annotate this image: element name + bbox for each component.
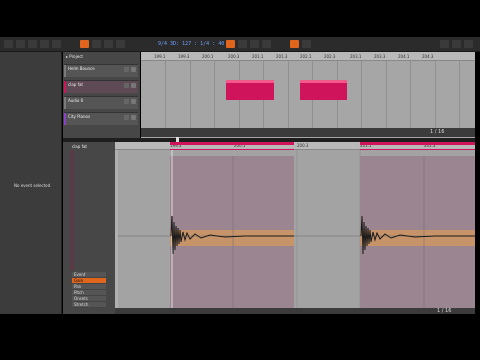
editor-color-strip bbox=[70, 150, 74, 270]
redo-button[interactable] bbox=[40, 40, 49, 48]
mode-stretch[interactable]: Stretch bbox=[72, 302, 106, 308]
audio-clip[interactable] bbox=[300, 80, 347, 100]
track-row-helm-bounce[interactable]: Helm Bounce bbox=[64, 64, 138, 77]
arrange-button[interactable] bbox=[80, 40, 89, 48]
track-row-city-pianos[interactable]: City Pianos bbox=[64, 112, 138, 125]
loop-region[interactable] bbox=[360, 142, 475, 145]
waveform-svg bbox=[115, 150, 475, 308]
panel-button[interactable] bbox=[452, 40, 461, 48]
ruler-label: 200.3 bbox=[228, 54, 240, 59]
ruler-label: 199.3 bbox=[178, 54, 190, 59]
mix-button[interactable] bbox=[92, 40, 101, 48]
grid-line bbox=[165, 61, 166, 133]
page-indicator: 1 / 16 bbox=[437, 308, 452, 314]
metronome-button[interactable] bbox=[290, 40, 299, 48]
ruler-label: 200.1 bbox=[202, 54, 214, 59]
edit-button[interactable] bbox=[52, 40, 61, 48]
ruler-label: 201.1 bbox=[252, 54, 264, 59]
waveform-editor[interactable] bbox=[115, 150, 475, 308]
loop-region[interactable] bbox=[170, 142, 294, 145]
settings-button[interactable] bbox=[464, 40, 473, 48]
mute-button[interactable] bbox=[124, 83, 129, 88]
grid-line bbox=[361, 61, 362, 133]
track-color bbox=[64, 113, 66, 125]
project-label: ▸ Project bbox=[66, 54, 83, 59]
loop-button[interactable] bbox=[250, 40, 259, 48]
editor-scrollbar[interactable] bbox=[115, 308, 475, 314]
grid-line bbox=[459, 61, 460, 133]
track-color bbox=[64, 97, 66, 109]
tempo-button[interactable] bbox=[302, 40, 311, 48]
mute-button[interactable] bbox=[124, 99, 129, 104]
vertical-scale bbox=[115, 150, 118, 308]
grid-line bbox=[288, 61, 289, 133]
no-event-label: No event selected bbox=[14, 183, 51, 188]
record-button[interactable] bbox=[238, 40, 247, 48]
solo-button[interactable] bbox=[131, 83, 136, 88]
ruler-label: 203.1 bbox=[350, 54, 362, 59]
grid-button[interactable] bbox=[116, 40, 125, 48]
track-color bbox=[64, 65, 66, 77]
track-name: Helm Bounce bbox=[68, 66, 95, 71]
ruler-label: 202.3 bbox=[324, 54, 336, 59]
solo-button[interactable] bbox=[131, 67, 136, 72]
track-row-audio-6[interactable]: Audio 6 bbox=[64, 96, 138, 109]
solo-button[interactable] bbox=[131, 115, 136, 120]
gain-band bbox=[170, 230, 294, 246]
ruler-label: 199.1 bbox=[154, 54, 166, 59]
ruler-label: 200.3 bbox=[297, 143, 309, 148]
grid-line bbox=[214, 61, 215, 133]
ruler-label: 204.1 bbox=[398, 54, 410, 59]
mute-button[interactable] bbox=[124, 67, 129, 72]
track-color bbox=[64, 81, 66, 93]
ruler-label: 201.3 bbox=[276, 54, 288, 59]
track-name: Audio 6 bbox=[68, 98, 84, 103]
undo-button[interactable] bbox=[28, 40, 37, 48]
browser-button[interactable] bbox=[440, 40, 449, 48]
audio-clip[interactable] bbox=[226, 80, 274, 100]
editor-track-title: clap fat bbox=[72, 144, 87, 149]
track-name: City Pianos bbox=[68, 114, 91, 119]
ruler-label: 203.3 bbox=[374, 54, 386, 59]
solo-button[interactable] bbox=[131, 99, 136, 104]
grid-line bbox=[386, 61, 387, 133]
play-button[interactable] bbox=[226, 40, 235, 48]
edit-view-button[interactable] bbox=[104, 40, 113, 48]
track-row-clap-fat[interactable]: clap fat bbox=[64, 80, 138, 93]
menu-button[interactable] bbox=[4, 40, 13, 48]
main-toolbar: 9/4 3D: 127 : 1/4 : 40 bbox=[0, 37, 480, 52]
grid-line bbox=[410, 61, 411, 133]
ruler-label: 204.3 bbox=[422, 54, 434, 59]
file-button[interactable] bbox=[16, 40, 25, 48]
transport-timecode: 9/4 3D: 127 : 1/4 : 40 bbox=[158, 41, 225, 47]
page-indicator: 1 / 16 bbox=[430, 129, 445, 135]
arranger-footer bbox=[141, 128, 475, 137]
automation-button[interactable] bbox=[262, 40, 271, 48]
ruler-label: 202.1 bbox=[300, 54, 312, 59]
track-name: clap fat bbox=[68, 82, 83, 87]
expression-mode-list: Event Gain Pan Pitch Onsets Stretch bbox=[72, 272, 106, 308]
mute-button[interactable] bbox=[124, 115, 129, 120]
grid-line bbox=[435, 61, 436, 133]
grid-line bbox=[190, 61, 191, 133]
